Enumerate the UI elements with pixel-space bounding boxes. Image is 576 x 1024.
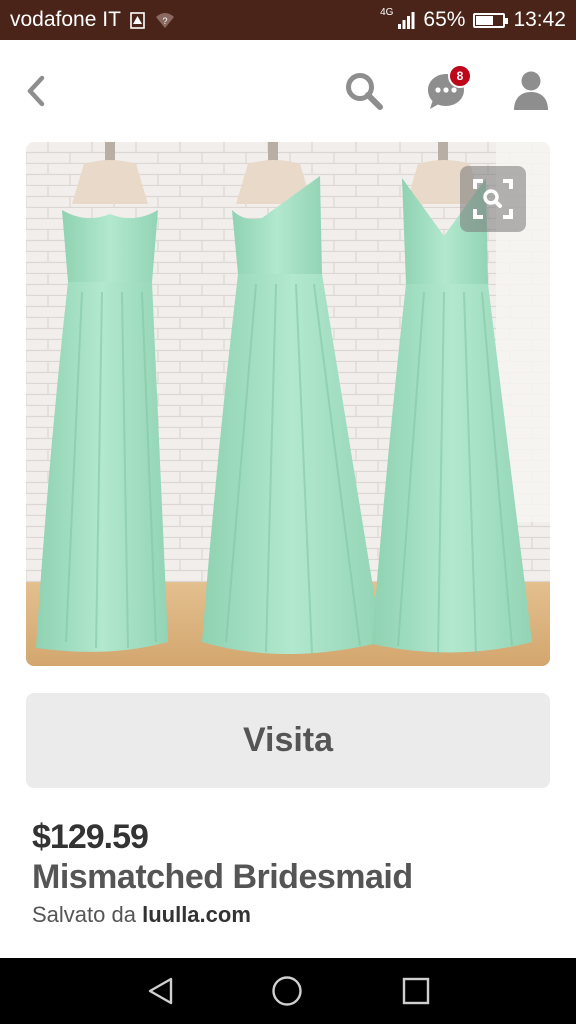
back-icon[interactable]: [22, 74, 48, 108]
saved-from: Salvato da luulla.com: [32, 902, 251, 928]
search-icon[interactable]: [343, 70, 385, 112]
saved-from-prefix: Salvato da: [32, 902, 136, 927]
sim-alert-icon: [130, 12, 145, 29]
back-triangle-icon[interactable]: [146, 976, 176, 1006]
wifi-question-icon: ?: [155, 13, 174, 28]
visit-button-label: Visita: [242, 721, 334, 759]
notification-count: 8: [456, 69, 464, 83]
navigation-bar: [0, 958, 576, 1024]
battery-percent: 65%: [423, 8, 466, 31]
pin-header: 8: [0, 40, 576, 140]
status-bar-right: 4G 65% 13:42: [380, 6, 566, 32]
status-bar-left: vodafone IT ?: [10, 8, 175, 32]
source-link[interactable]: luulla.com: [142, 902, 251, 927]
battery-fill: [476, 15, 494, 25]
product-image[interactable]: [26, 142, 550, 666]
home-circle-icon[interactable]: [271, 975, 303, 1007]
product-price: $129.59: [32, 818, 149, 856]
status-bar: vodafone IT ? 4G 65% 13:42: [0, 0, 576, 40]
pin-title: Mismatched Bridesmaid: [32, 858, 413, 896]
recents-square-icon[interactable]: [402, 977, 430, 1005]
visual-search-icon: [473, 179, 513, 219]
svg-text:?: ?: [162, 16, 167, 26]
messages-button[interactable]: 8: [426, 64, 472, 112]
battery-icon: [473, 12, 509, 28]
visual-search-button[interactable]: [460, 166, 526, 232]
visit-button[interactable]: Visita: [26, 693, 550, 788]
carrier-name: vodafone IT: [10, 8, 121, 31]
profile-icon[interactable]: [512, 70, 550, 112]
signal-icon: [398, 12, 415, 29]
clock: 13:42: [513, 8, 566, 31]
network-type: 4G: [380, 6, 394, 18]
notification-badge: 8: [448, 64, 472, 88]
